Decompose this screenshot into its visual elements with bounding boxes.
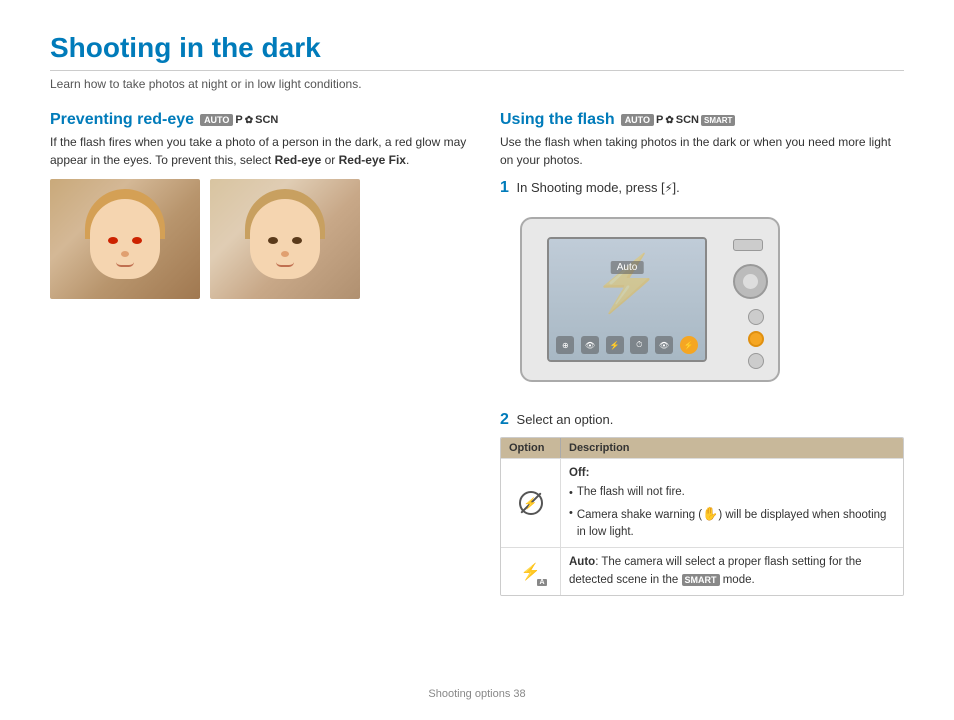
th-option: Option — [501, 438, 561, 458]
table-row-auto: ⚡ A Auto: The camera will select a prope… — [501, 547, 903, 595]
screen-icon-3: ⚡ — [606, 336, 624, 354]
nose-1 — [121, 251, 129, 257]
step2-text: Select an option. — [517, 412, 614, 427]
smart-badge-small: A — [537, 579, 546, 586]
cam-dial — [733, 264, 768, 299]
screen-icon-6-active: ⚡ — [680, 336, 698, 354]
step1: 1 In Shooting mode, press [⚡]. — [500, 179, 904, 197]
td-icon-auto: ⚡ A — [501, 548, 561, 595]
screen-icon-2: 👁 — [581, 336, 599, 354]
page-title: Shooting in the dark — [50, 32, 904, 71]
page: Shooting in the dark Learn how to take p… — [0, 0, 954, 720]
screen-icon-1: ⊕ — [556, 336, 574, 354]
screen-icon-4: ⏱ — [630, 336, 648, 354]
screen-icons-bar: ⊕ 👁 ⚡ ⏱ 👁 ⚡ — [553, 336, 701, 354]
content-columns: Preventing red-eye AUTO P ✿ SCN If the f… — [50, 111, 904, 596]
step2: 2 Select an option. — [500, 411, 904, 429]
no-flash-icon: ⚡ — [519, 491, 543, 515]
auto-flash-icon: ⚡ A — [517, 560, 545, 584]
nose-2 — [281, 251, 289, 257]
cam-circle-btn-1 — [748, 309, 764, 325]
no-flash-symbol: ⚡ — [524, 497, 538, 510]
face-2 — [245, 189, 325, 284]
table-row-off: ⚡ Off: • The flash will not fire. • Came… — [501, 458, 903, 547]
bullet-2: • Camera shake warning (✋) will be displ… — [569, 504, 895, 542]
step1-num: 1 — [500, 179, 509, 196]
options-table: Option Description ⚡ Off: — [500, 437, 904, 596]
left-section-title: Preventing red-eye AUTO P ✿ SCN — [50, 111, 470, 129]
camera-body: ⚡ Auto ⊕ 👁 ⚡ ⏱ 👁 ⚡ — [520, 217, 780, 382]
smart-badge-inline: SMART — [682, 574, 720, 586]
skin-2 — [250, 199, 320, 279]
auto-label: Auto — [611, 261, 644, 274]
page-footer: Shooting options 38 — [0, 688, 954, 700]
auto-bold: Auto — [569, 556, 595, 568]
left-column: Preventing red-eye AUTO P ✿ SCN If the f… — [50, 111, 470, 596]
td-icon-off: ⚡ — [501, 459, 561, 547]
step2-num: 2 — [500, 411, 509, 428]
eye-right-1 — [132, 237, 142, 244]
right-mode-badges: AUTO P ✿ SCN SMART — [621, 114, 736, 126]
mouth-2 — [276, 262, 294, 267]
table-header: Option Description — [501, 438, 903, 458]
eye-right-2 — [292, 237, 302, 244]
td-desc-off: Off: • The flash will not fire. • Camera… — [561, 459, 903, 547]
eye-left-1 — [108, 237, 118, 244]
auto-text-2: mode. — [720, 574, 755, 586]
right-section-intro: Use the flash when taking photos in the … — [500, 133, 904, 169]
mode-badges: AUTO P ✿ SCN — [200, 114, 278, 126]
camera-screen: ⚡ Auto ⊕ 👁 ⚡ ⏱ 👁 ⚡ — [547, 237, 707, 362]
page-subtitle: Learn how to take photos at night or in … — [50, 77, 904, 91]
screen-inner: ⚡ Auto ⊕ 👁 ⚡ ⏱ 👁 ⚡ — [549, 239, 705, 360]
cam-rect-btn-1 — [733, 239, 763, 251]
right-column: Using the flash AUTO P ✿ SCN SMART Use t… — [500, 111, 904, 596]
camera-diagram: ⚡ Auto ⊕ 👁 ⚡ ⏱ 👁 ⚡ — [510, 207, 810, 397]
eye-left-2 — [268, 237, 278, 244]
bullet-2-text: Camera shake warning (✋) will be display… — [577, 504, 895, 542]
cam-circle-btn-flash-active — [748, 331, 764, 347]
screen-icon-5: 👁 — [655, 336, 673, 354]
cam-dial-inner — [743, 274, 758, 289]
photo-red-eye — [50, 179, 200, 299]
step1-text: In Shooting mode, press [⚡]. — [517, 180, 680, 195]
photo-corrected — [210, 179, 360, 299]
th-description: Description — [561, 438, 903, 458]
bullet-1-text: The flash will not fire. — [577, 484, 685, 501]
off-title: Off: — [569, 465, 895, 482]
mouth-1 — [116, 262, 134, 267]
td-desc-auto: Auto: The camera will select a proper fl… — [561, 548, 903, 595]
face-1 — [85, 189, 165, 284]
photos-row — [50, 179, 470, 299]
left-section-body: If the flash fires when you take a photo… — [50, 133, 470, 169]
skin-1 — [90, 199, 160, 279]
cam-buttons — [733, 239, 768, 299]
cam-circle-btn-3 — [748, 353, 764, 369]
bullet-1: • The flash will not fire. — [569, 484, 895, 502]
right-section-title: Using the flash AUTO P ✿ SCN SMART — [500, 111, 904, 129]
cam-side-buttons — [748, 309, 764, 369]
